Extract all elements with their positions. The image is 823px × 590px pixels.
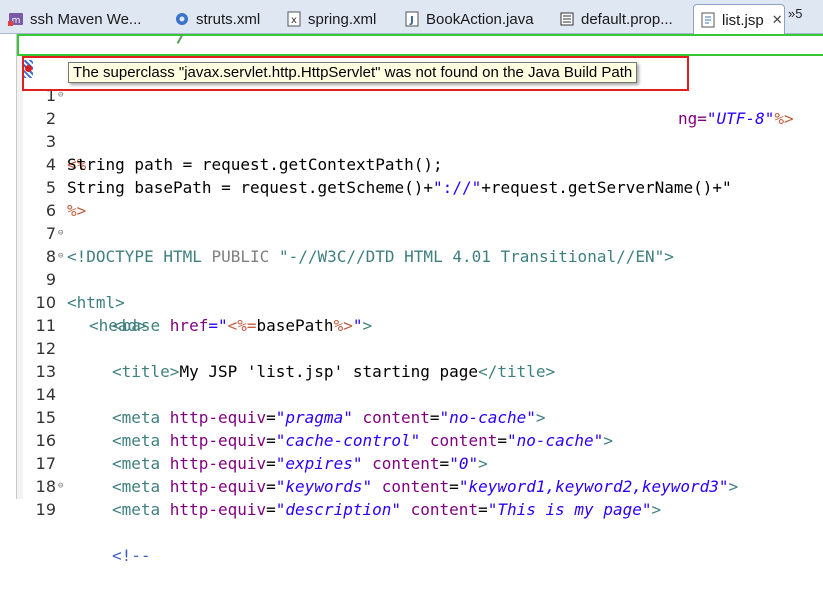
code-line-18: 18 <meta http-equiv="description" conten…: [0, 452, 823, 519]
code-line-15: 15 <meta http-equiv="cache-control" cont…: [0, 383, 823, 450]
error-tooltip: The superclass "javax.servlet.http.HttpS…: [68, 62, 638, 83]
fold-toggle-icon[interactable]: ⊖: [58, 475, 63, 498]
code-line-12: 12 <title>My JSP 'list.jsp' starting pag…: [0, 314, 823, 381]
code-line-19: 19 ⊖ <!--: [0, 475, 823, 565]
code-line-9: 9 ⊖ <head>: [0, 245, 823, 335]
code-line-3: 3 String path = request.getContextPath()…: [0, 107, 823, 174]
code-line-10: 10 <base href="<%=basePath%>">: [0, 268, 823, 335]
code-line-5: 5 %>: [0, 153, 823, 220]
fold-toggle-icon[interactable]: ⊖: [58, 84, 63, 107]
code-line-16: 16 <meta http-equiv="expires" content="0…: [0, 406, 823, 473]
code-text: <meta http-equiv="description" content="…: [112, 500, 662, 519]
code-line-8: 8 ⊖ <html>: [0, 222, 823, 312]
code-line-6: 6: [0, 176, 823, 220]
code-line-14: 14 <meta http-equiv="pragma" content="no…: [0, 360, 823, 427]
code-line-7: 7 <!DOCTYPE HTML PUBLIC "-//W3C//DTD HTM…: [0, 199, 823, 266]
line-number: 19: [35, 500, 56, 519]
code-line-4: 4 String basePath = request.getScheme()+…: [0, 130, 823, 197]
fold-toggle-icon[interactable]: ⊖: [58, 222, 63, 245]
code-line-11: 11: [0, 291, 823, 335]
fold-toggle-icon[interactable]: ⊖: [58, 245, 63, 268]
code-line-13: 13: [0, 337, 823, 381]
error-marker-icon[interactable]: [24, 60, 33, 78]
code-text: <!--: [112, 546, 151, 565]
code-line-17: 17 <meta http-equiv="keywords" content="…: [0, 429, 823, 496]
code-line-2: 2 ⊖ <%: [0, 84, 823, 174]
